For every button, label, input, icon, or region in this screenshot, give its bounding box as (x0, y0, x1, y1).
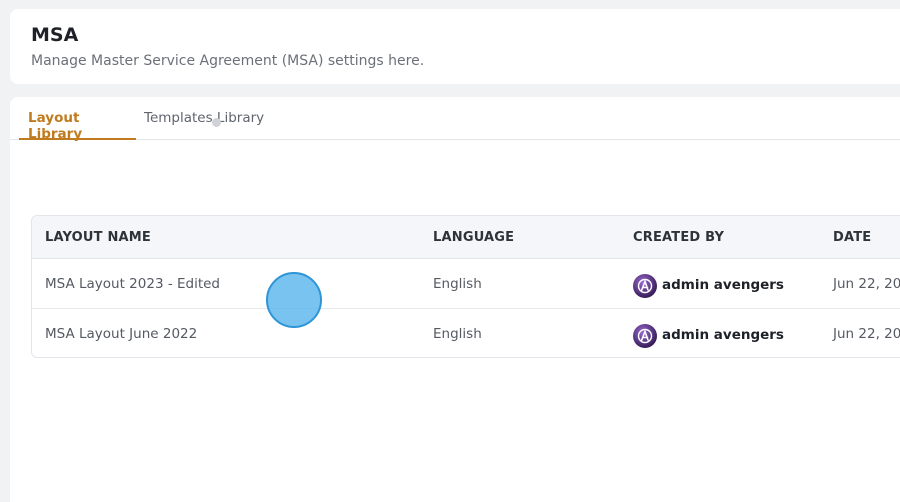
creator-name: admin avengers (662, 276, 784, 293)
column-header-layout-name[interactable]: LAYOUT NAME (45, 230, 151, 245)
table-row[interactable]: MSA Layout 2023 - Edited English admin a… (32, 259, 900, 309)
date-cell: Jun 22, 202 (833, 326, 900, 342)
avengers-logo-icon (633, 324, 657, 348)
tab-templates-library[interactable]: Templates Library (144, 110, 264, 140)
layouts-table: LAYOUT NAME LANGUAGE CREATED BY DATE MSA… (31, 215, 900, 358)
page-subtitle: Manage Master Service Agreement (MSA) se… (31, 53, 425, 69)
column-header-language[interactable]: LANGUAGE (433, 230, 514, 245)
page-header: MSA Manage Master Service Agreement (MSA… (10, 9, 900, 84)
created-by-cell: admin avengers (633, 321, 784, 348)
column-header-date[interactable]: DATE (833, 230, 871, 245)
column-header-created-by[interactable]: CREATED BY (633, 230, 724, 245)
layout-name-cell[interactable]: MSA Layout 2023 - Edited (45, 276, 220, 292)
page-title: MSA (31, 24, 79, 46)
layout-library-panel: Layout Library Templates Library LAYOUT … (10, 97, 900, 502)
created-by-cell: admin avengers (633, 271, 784, 298)
tab-bar: Layout Library Templates Library (10, 97, 900, 142)
creator-name: admin avengers (662, 326, 784, 343)
language-cell: English (433, 326, 482, 342)
table-row[interactable]: MSA Layout June 2022 English admin aveng… (32, 309, 900, 357)
click-indicator-cursor (266, 272, 322, 328)
tab-layout-library[interactable]: Layout Library (19, 110, 136, 142)
layout-name-cell[interactable]: MSA Layout June 2022 (45, 326, 197, 342)
table-header: LAYOUT NAME LANGUAGE CREATED BY DATE (32, 216, 900, 259)
language-cell: English (433, 276, 482, 292)
avengers-logo-icon (633, 274, 657, 298)
hover-indicator-dot (212, 118, 221, 127)
date-cell: Jun 22, 202 (833, 276, 900, 292)
